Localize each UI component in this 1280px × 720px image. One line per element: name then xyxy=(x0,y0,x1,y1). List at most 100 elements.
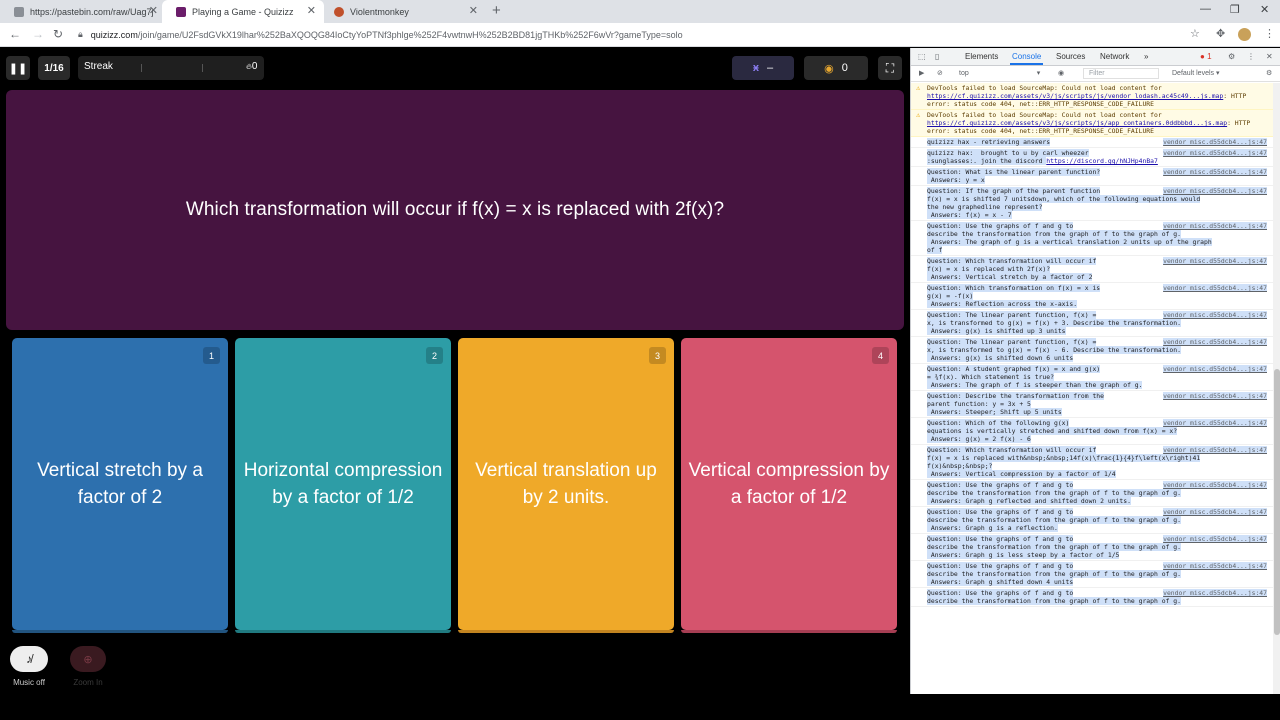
console-message-link[interactable]: https://cf.quizizz.com/assets/v3/js/scri… xyxy=(927,92,1223,100)
reload-icon[interactable]: ↻ xyxy=(53,27,63,41)
context-selector[interactable]: top ▾ xyxy=(959,69,1040,77)
music-off-icon: ♪̸ xyxy=(26,652,32,666)
console-source-link[interactable]: vendor_misc.d55dcb4...js:47 xyxy=(1163,187,1267,195)
console-log[interactable]: Question: Describe the transformation fr… xyxy=(911,391,1273,418)
console-log[interactable]: Question: Which transformation will occu… xyxy=(911,445,1273,480)
back-arrow-icon[interactable]: ← xyxy=(9,27,21,41)
console-source-link[interactable]: vendor_misc.d55dcb4...js:47 xyxy=(1163,311,1267,319)
tab-console[interactable]: Console xyxy=(1009,52,1044,65)
browser-tab-violentmonkey[interactable]: Violentmonkey ✕ xyxy=(320,0,486,23)
close-tab-icon[interactable]: ✕ xyxy=(307,5,316,17)
console-log[interactable]: Question: Which transformation on f(x) =… xyxy=(911,283,1273,310)
console-log[interactable]: Question: The linear parent function, f(… xyxy=(911,337,1273,364)
console-message-text: Question: If the graph of the parent fun… xyxy=(927,187,1201,219)
console-log[interactable]: Question: Use the graphs of f and g to d… xyxy=(911,221,1273,256)
devtools-panel: ⬚ ▯ Elements Console Sources Network » ●… xyxy=(910,48,1280,694)
console-source-link[interactable]: vendor_misc.d55dcb4...js:47 xyxy=(1163,589,1267,597)
console-toolbar: ▶ ⊘ top ▾ ◉ Filter Default levels ▾ ⚙ xyxy=(911,66,1280,82)
console-source-link[interactable]: vendor_misc.d55dcb4...js:47 xyxy=(1163,365,1267,373)
error-count-badge[interactable]: ● 1 xyxy=(1200,52,1212,61)
pause-button[interactable]: ❚❚ xyxy=(6,56,30,80)
more-tabs-icon[interactable]: » xyxy=(1144,52,1148,61)
device-toolbar-icon[interactable]: ▯ xyxy=(935,52,939,61)
fullscreen-button[interactable]: ⛶ xyxy=(878,56,902,80)
extensions-puzzle-icon[interactable]: ✥ xyxy=(1216,27,1225,41)
tab-elements[interactable]: Elements xyxy=(965,52,998,61)
console-source-link[interactable]: vendor_misc.d55dcb4...js:47 xyxy=(1163,392,1267,400)
console-source-link[interactable]: vendor_misc.d55dcb4...js:47 xyxy=(1163,338,1267,346)
close-tab-icon[interactable]: ✕ xyxy=(469,5,478,17)
console-filter-input[interactable]: Filter xyxy=(1083,68,1159,79)
console-source-link[interactable]: vendor_misc.d55dcb4...js:47 xyxy=(1163,508,1267,516)
clear-console-icon[interactable]: ⊘ xyxy=(937,69,943,77)
tab-network[interactable]: Network xyxy=(1100,52,1129,61)
settings-gear-icon[interactable]: ⚙ xyxy=(1228,52,1235,61)
console-source-link[interactable]: vendor_misc.d55dcb4...js:47 xyxy=(1163,149,1267,157)
devtools-menu-icon[interactable]: ⋮ xyxy=(1247,52,1255,61)
console-log[interactable]: Question: Which of the following g(x) eq… xyxy=(911,418,1273,445)
console-log[interactable]: Question: The linear parent function, f(… xyxy=(911,310,1273,337)
answer-option-1[interactable]: 1 Vertical stretch by a factor of 2 xyxy=(12,338,228,633)
browser-menu-icon[interactable]: ⋮ xyxy=(1264,27,1275,41)
forward-arrow-icon[interactable]: → xyxy=(32,27,44,41)
console-message-text: Question: Use the graphs of f and g to d… xyxy=(927,535,1181,559)
option-number: 2 xyxy=(426,347,443,364)
powerup-button[interactable]: ӿ – xyxy=(732,56,794,80)
console-scrollbar[interactable] xyxy=(1273,83,1280,694)
console-message-text: Question: Use the graphs of f and g to d… xyxy=(927,508,1181,532)
console-source-link[interactable]: vendor_misc.d55dcb4...js:47 xyxy=(1163,419,1267,427)
new-tab-button[interactable]: + xyxy=(492,3,501,19)
console-warning[interactable]: DevTools failed to load SourceMap: Could… xyxy=(911,110,1273,137)
console-source-link[interactable]: vendor_misc.d55dcb4...js:47 xyxy=(1163,562,1267,570)
browser-tab-quizizz[interactable]: Playing a Game - Quizizz ✕ xyxy=(162,0,324,23)
bookmark-star-icon[interactable]: ☆ xyxy=(1190,27,1200,41)
console-log[interactable]: Question: Use the graphs of f and g to d… xyxy=(911,588,1273,607)
console-source-link[interactable]: vendor_misc.d55dcb4...js:47 xyxy=(1163,481,1267,489)
answer-option-4[interactable]: 4 Vertical compression by a factor of 1/… xyxy=(681,338,897,633)
browser-tab-pastebin[interactable]: https://pastebin.com/raw/Uag7j ✕ xyxy=(0,0,166,23)
address-bar[interactable]: 🔒︎ quizizz.com/join/game/U2FsdGVkX19lhar… xyxy=(74,25,1202,44)
url-host: quizizz.com xyxy=(90,29,138,40)
console-message-link[interactable]: https://cf.quizizz.com/assets/v3/js/scri… xyxy=(927,119,1227,127)
console-log[interactable]: quizizz hax - retrieving answers vendor_m… xyxy=(911,137,1273,148)
console-log[interactable]: Question: A student graphed f(x) = x and… xyxy=(911,364,1273,391)
console-log[interactable]: Question: Which transformation will occu… xyxy=(911,256,1273,283)
console-log[interactable]: Question: Use the graphs of f and g to d… xyxy=(911,507,1273,534)
answer-option-3[interactable]: 3 Vertical translation up by 2 units. xyxy=(458,338,674,633)
console-source-link[interactable]: vendor_misc.d55dcb4...js:47 xyxy=(1163,168,1267,176)
console-log[interactable]: Question: Use the graphs of f and g to d… xyxy=(911,534,1273,561)
sidebar-toggle-icon[interactable]: ▶ xyxy=(919,69,924,77)
maximize-window-button[interactable]: ❐ xyxy=(1230,3,1240,16)
live-expression-eye-icon[interactable]: ◉ xyxy=(1058,69,1064,77)
console-log[interactable]: Question: What is the linear parent func… xyxy=(911,167,1273,186)
console-source-link[interactable]: vendor_misc.d55dcb4...js:47 xyxy=(1163,257,1267,265)
console-messages[interactable]: DevTools failed to load SourceMap: Could… xyxy=(911,83,1273,694)
profile-avatar[interactable] xyxy=(1238,28,1251,41)
console-log[interactable]: Question: If the graph of the parent fun… xyxy=(911,186,1273,221)
console-message-link[interactable]: https://discord.gg/hNJHp4nBa7 xyxy=(1046,157,1158,165)
answer-option-2[interactable]: 2 Horizontal compression by a factor of … xyxy=(235,338,451,633)
console-log[interactable]: Question: Use the graphs of f and g to d… xyxy=(911,561,1273,588)
close-devtools-icon[interactable]: ✕ xyxy=(1266,52,1273,61)
tab-sources[interactable]: Sources xyxy=(1056,52,1085,61)
option-shadow xyxy=(235,630,451,633)
minimize-window-button[interactable]: — xyxy=(1200,3,1211,15)
log-levels-dropdown[interactable]: Default levels ▾ xyxy=(1172,69,1219,77)
console-log[interactable]: quizizz hax: brought to u by carl wheeze… xyxy=(911,148,1273,167)
close-tab-icon[interactable]: ✕ xyxy=(149,5,158,17)
console-log[interactable]: Question: Use the graphs of f and g to d… xyxy=(911,480,1273,507)
scrollbar-thumb[interactable] xyxy=(1274,369,1280,635)
inspect-element-icon[interactable]: ⬚ xyxy=(918,52,926,61)
zoom-in-button[interactable]: ⊕ xyxy=(70,646,106,672)
console-source-link[interactable]: vendor_misc.d55dcb4...js:47 xyxy=(1163,138,1267,146)
console-source-link[interactable]: vendor_misc.d55dcb4...js:47 xyxy=(1163,446,1267,454)
option-text: Vertical stretch by a factor of 2 xyxy=(37,460,203,508)
console-source-link[interactable]: vendor_misc.d55dcb4...js:47 xyxy=(1163,222,1267,230)
console-source-link[interactable]: vendor_misc.d55dcb4...js:47 xyxy=(1163,535,1267,543)
fullscreen-icon: ⛶ xyxy=(885,60,895,75)
console-settings-gear-icon[interactable]: ⚙ xyxy=(1266,69,1272,77)
music-toggle-button[interactable]: ♪̸ xyxy=(10,646,48,672)
console-source-link[interactable]: vendor_misc.d55dcb4...js:47 xyxy=(1163,284,1267,292)
console-warning[interactable]: DevTools failed to load SourceMap: Could… xyxy=(911,83,1273,110)
close-window-button[interactable]: ✕ xyxy=(1260,3,1269,16)
